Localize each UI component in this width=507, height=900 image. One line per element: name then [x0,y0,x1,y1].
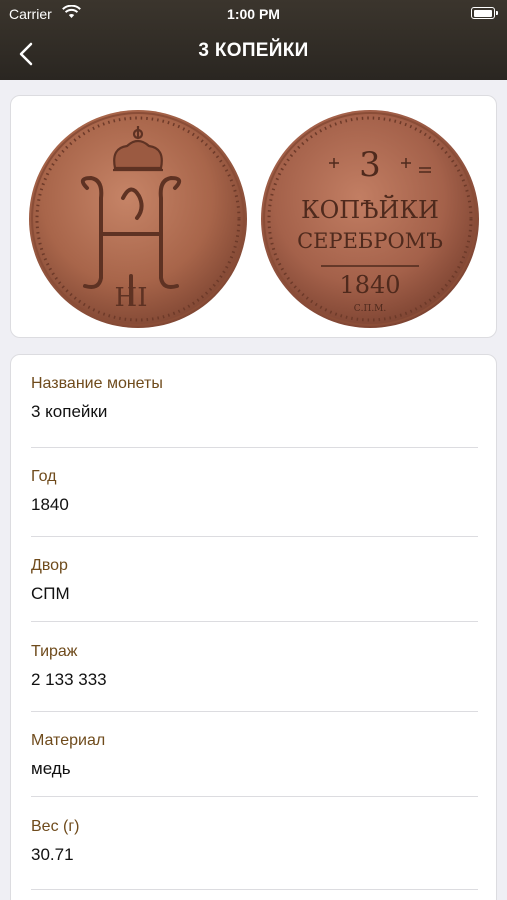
detail-label: Вес (г) [31,818,80,835]
top-bar: Carrier 1:00 PM 3 КОПЕЙКИ [0,0,507,80]
detail-value: 2 133 333 [31,670,107,689]
divider [31,711,478,712]
divider [31,796,478,797]
detail-value: медь [31,759,71,778]
obverse-monogram: НІ [115,283,148,313]
detail-value: 3 копейки [31,402,108,421]
detail-row-year: Год 1840 [31,468,478,515]
reverse-denomination: 3 [359,145,381,185]
detail-label: Материал [31,732,106,749]
detail-label: Двор [31,557,68,574]
coin-obverse-image[interactable]: НІ [27,108,249,330]
detail-row-material: Материал медь [31,732,478,779]
reverse-word-serebrom: СЕРЕБРОМЪ [297,229,443,253]
divider [31,889,478,890]
divider [31,621,478,622]
detail-row-weight: Вес (г) 30.71 [31,818,478,865]
page-title: 3 КОПЕЙКИ [198,40,309,61]
detail-value: 30.71 [31,845,74,864]
detail-label: Тираж [31,643,78,660]
detail-label: Название монеты [31,375,163,392]
reverse-mint: С.П.М. [354,304,387,314]
detail-row-name: Название монеты 3 копейки [31,375,478,422]
reverse-word-kopeyki: КОПѢЙКИ [301,194,439,224]
detail-row-mintage: Тираж 2 133 333 [31,643,478,690]
coin-images-card: НІ 3 КОПѢЙКИ СЕРЕБРОМЪ 1840 С.П.М. [10,95,497,338]
detail-value: СПМ [31,584,70,603]
coin-reverse-image[interactable]: 3 КОПѢЙКИ СЕРЕБРОМЪ 1840 С.П.М. [259,108,481,330]
battery-icon [471,7,498,19]
detail-value: 1840 [31,495,69,514]
detail-label: Год [31,468,57,485]
divider [31,536,478,537]
status-bar: Carrier 1:00 PM [0,0,507,28]
coin-details-card: Название монеты 3 копейки Год 1840 Двор … [10,354,497,900]
nav-bar: 3 КОПЕЙКИ [0,28,507,80]
battery-level [473,9,492,17]
divider [31,447,478,448]
status-time: 1:00 PM [227,6,280,22]
detail-row-mint: Двор СПМ [31,557,478,604]
reverse-year: 1840 [339,271,400,299]
